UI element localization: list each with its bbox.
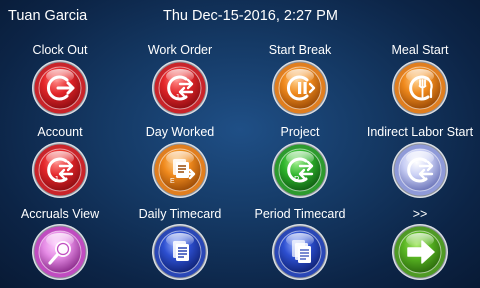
status-header: Tuan Garcia Thu Dec-15-2016, 2:27 PM xyxy=(0,0,480,34)
tile-label: Day Worked xyxy=(145,125,215,139)
meal-start-icon xyxy=(391,59,449,117)
svg-text:E: E xyxy=(170,178,175,185)
clock-out-button[interactable]: Clock Out xyxy=(0,40,120,122)
account-button[interactable]: Account J xyxy=(0,122,120,204)
clock-out-icon xyxy=(31,59,89,117)
project-button[interactable]: Project P xyxy=(240,122,360,204)
account-icon: J xyxy=(31,141,89,199)
next-arrow-icon xyxy=(391,223,449,281)
meal-start-button[interactable]: Meal Start xyxy=(360,40,480,122)
start-break-button[interactable]: Start Break xyxy=(240,40,360,122)
tile-label: Account xyxy=(37,125,83,139)
svg-text:J: J xyxy=(54,175,58,184)
tile-label: Clock Out xyxy=(32,43,88,57)
action-grid: Clock Out Work Order J Start Break Meal … xyxy=(0,40,480,288)
user-name: Tuan Garcia xyxy=(8,8,88,24)
accruals-view-button[interactable]: Accruals View xyxy=(0,204,120,286)
tile-label: Daily Timecard xyxy=(138,207,222,221)
next-page-button[interactable]: >> xyxy=(360,204,480,286)
svg-text:J: J xyxy=(175,93,179,102)
project-icon: P xyxy=(271,141,329,199)
indirect-labor-start-button[interactable]: Indirect Labor Start xyxy=(360,122,480,204)
accruals-view-icon xyxy=(31,223,89,281)
daily-timecard-icon xyxy=(151,223,209,281)
svg-text:P: P xyxy=(294,175,299,184)
tile-label: >> xyxy=(412,207,428,221)
work-order-icon: J xyxy=(151,59,209,117)
daily-timecard-button[interactable]: Daily Timecard xyxy=(120,204,240,286)
period-timecard-button[interactable]: Period Timecard xyxy=(240,204,360,286)
tile-label: Indirect Labor Start xyxy=(366,125,474,139)
day-worked-button[interactable]: Day Worked E xyxy=(120,122,240,204)
tile-label: Period Timecard xyxy=(254,207,346,221)
day-worked-icon: E xyxy=(151,141,209,199)
tile-label: Work Order xyxy=(147,43,213,57)
tile-label: Start Break xyxy=(268,43,332,57)
tile-label: Project xyxy=(280,125,320,139)
tile-label: Accruals View xyxy=(20,207,100,221)
start-break-icon xyxy=(271,59,329,117)
current-datetime: Thu Dec-15-2016, 2:27 PM xyxy=(163,8,338,24)
tile-label: Meal Start xyxy=(391,43,449,57)
indirect-labor-icon xyxy=(391,141,449,199)
work-order-button[interactable]: Work Order J xyxy=(120,40,240,122)
period-timecard-icon xyxy=(271,223,329,281)
